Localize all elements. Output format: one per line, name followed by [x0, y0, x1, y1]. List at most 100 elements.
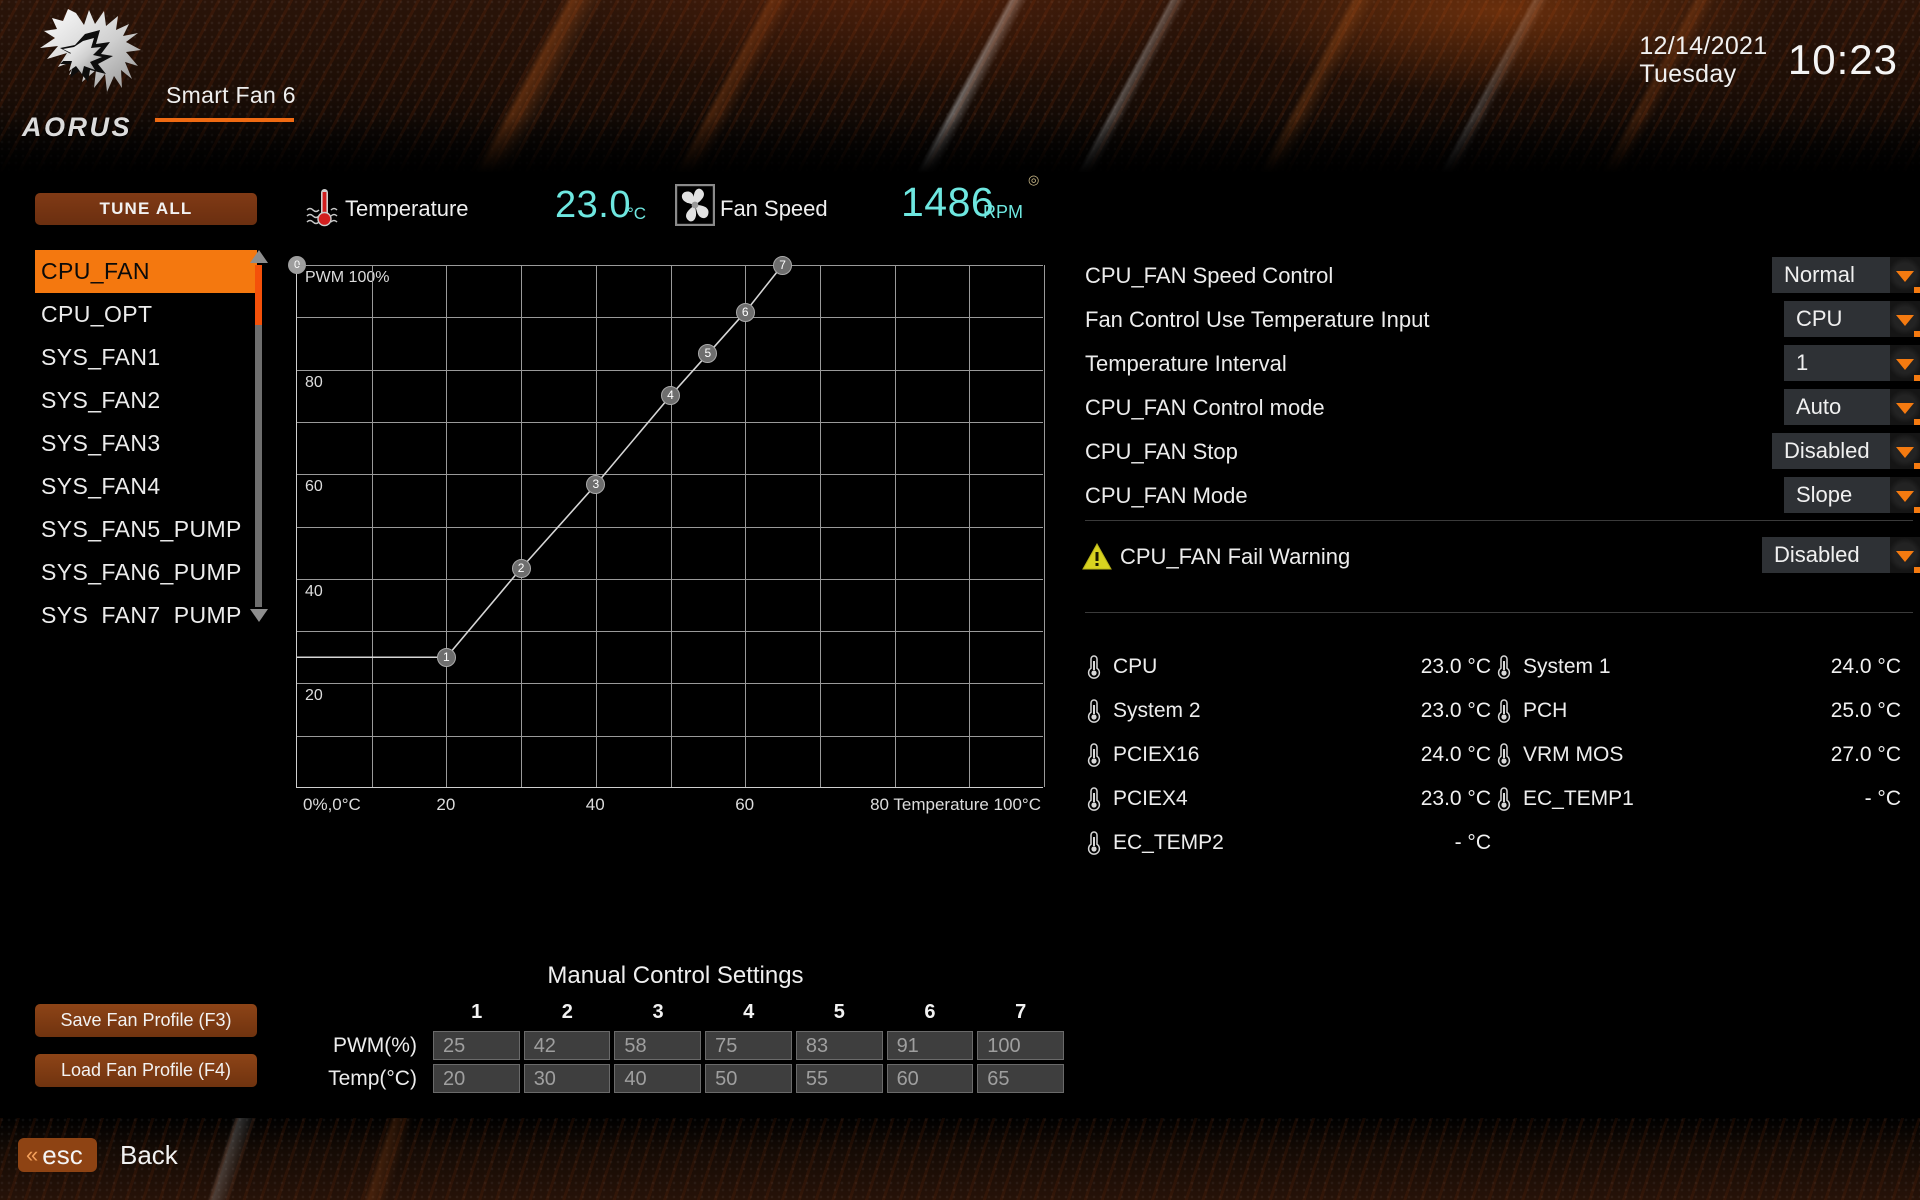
fan-list-item-sys_fan7_pump[interactable]: SYS_FAN7_PUMP	[35, 594, 257, 625]
tune-all-button[interactable]: TUNE ALL	[35, 193, 257, 225]
chevron-down-icon[interactable]	[1890, 433, 1920, 469]
chevron-down-icon[interactable]	[1890, 257, 1920, 293]
setting-label: CPU_FAN Speed Control	[1085, 263, 1334, 288]
sensor-name: VRM MOS	[1523, 743, 1624, 766]
load-fan-profile-button[interactable]: Load Fan Profile (F4)	[35, 1054, 257, 1087]
sensor-value: - °C	[1454, 831, 1491, 854]
scrollbar-thumb[interactable]	[255, 265, 262, 325]
manual-table-row: Temp(°C) 20 30 40 50 55 60 65	[283, 1064, 1068, 1093]
fail-warning-dropdown[interactable]: Disabled	[1762, 537, 1920, 573]
chart-point-1[interactable]: 1	[436, 647, 456, 667]
scroll-up-arrow-icon[interactable]	[250, 250, 268, 263]
chart-plot-area[interactable]: PWM 100% 0%,0°C 80 Temperature 100°C 0 2…	[288, 255, 1045, 814]
temperature-label: Temperature	[345, 196, 469, 221]
fan-icon	[675, 184, 715, 226]
chart-point-6[interactable]: 6	[735, 302, 755, 322]
manual-table-header-row: 1 2 3 4 5 6 7	[283, 998, 1068, 1027]
manual-table-cell[interactable]: 83	[795, 1031, 883, 1060]
sensor-value: - °C	[1864, 787, 1901, 810]
sensor-name: System 1	[1523, 655, 1611, 678]
manual-table-cell[interactable]: 65	[977, 1064, 1064, 1093]
sensor-value: 23.0 °C	[1420, 655, 1491, 678]
sensor-row: CPU 23.0 °C System 1 24.0 °C	[1085, 645, 1920, 689]
fan-list-item-sys_fan1[interactable]: SYS_FAN1	[35, 336, 257, 379]
sensor-value: 24.0 °C	[1420, 743, 1491, 766]
manual-table-cell[interactable]: 91	[886, 1031, 974, 1060]
setting-row: CPU_FAN Mode Slope	[1080, 475, 1920, 519]
sensor-name: EC_TEMP2	[1113, 831, 1224, 854]
fan-list-item-sys_fan6_pump[interactable]: SYS_FAN6_PUMP	[35, 551, 257, 594]
manual-table-cell[interactable]: 25	[432, 1031, 520, 1060]
chevron-down-icon[interactable]	[1890, 301, 1920, 337]
weekday-text: Tuesday	[1639, 60, 1737, 88]
fan-list-item-cpu_opt[interactable]: CPU_OPT	[35, 293, 257, 336]
chart-point-2[interactable]: 2	[511, 558, 531, 578]
fan-list-item-label: CPU_OPT	[41, 301, 153, 327]
thermometer-icon	[1497, 655, 1511, 679]
thermometer-icon	[306, 189, 338, 227]
manual-table-cell[interactable]: 75	[705, 1031, 792, 1060]
sensor-name: PCIEX16	[1113, 743, 1200, 766]
setting-dropdown[interactable]: Normal	[1772, 257, 1920, 293]
setting-label: Fan Control Use Temperature Input	[1085, 307, 1430, 332]
manual-table-cell[interactable]: 42	[523, 1031, 611, 1060]
manual-table-cell[interactable]: 60	[886, 1064, 974, 1093]
chevron-down-icon[interactable]	[1890, 537, 1920, 573]
warning-triangle-icon	[1082, 543, 1112, 570]
date-text: 12/14/2021	[1639, 32, 1768, 60]
sensor-cell: CPU 23.0 °C	[1085, 654, 1495, 680]
setting-dropdown[interactable]: CPU	[1784, 301, 1920, 337]
manual-table-cell[interactable]: 50	[705, 1064, 792, 1093]
sensor-name: EC_TEMP1	[1523, 787, 1634, 810]
setting-row: CPU_FAN Speed Control Normal	[1080, 255, 1920, 299]
sensor-value: 27.0 °C	[1830, 743, 1901, 766]
manual-table-cell[interactable]: 100	[977, 1031, 1064, 1060]
fan-list-item-cpu_fan[interactable]: CPU_FAN	[35, 250, 257, 293]
esc-button[interactable]: « esc	[18, 1138, 97, 1172]
manual-table-column-header: 4	[743, 1001, 755, 1023]
fan-list[interactable]: CPU_FAN CPU_OPT SYS_FAN1 SYS_FAN2 SYS_FAN3 SY…	[35, 250, 257, 625]
fan-list-item-sys_fan2[interactable]: SYS_FAN2	[35, 379, 257, 422]
date-block: 12/14/2021 Tuesday	[1639, 32, 1767, 88]
setting-row: Fan Control Use Temperature Input CPU	[1080, 299, 1920, 343]
manual-table-cell[interactable]: 58	[614, 1031, 702, 1060]
chart-x-tick-label: 40	[585, 795, 605, 814]
manual-table-column-header: 6	[924, 1001, 936, 1023]
manual-table-cell[interactable]: 30	[523, 1064, 611, 1093]
chevron-down-icon[interactable]	[1890, 389, 1920, 425]
scroll-down-arrow-icon[interactable]	[250, 609, 268, 622]
manual-control-title: Manual Control Settings	[547, 962, 804, 989]
fan-curve-line	[297, 265, 784, 659]
fail-warning-row: CPU_FAN Fail Warning Disabled	[1080, 535, 1920, 581]
manual-control-table[interactable]: 1 2 3 4 5 6 7 PWM(%) 25 42 58 75 83 91 100 Temp(°C) 20 30…	[283, 998, 1068, 1097]
fan-curve-chart[interactable]: PWM 100% 0%,0°C 80 Temperature 100°C 0 2…	[283, 240, 1068, 910]
fan-speed-label: Fan Speed	[720, 196, 828, 221]
setting-dropdown[interactable]: Disabled	[1772, 433, 1920, 469]
sensor-name: PCIEX4	[1113, 787, 1188, 810]
chart-point-7[interactable]: 7	[773, 255, 793, 275]
sensor-row: PCIEX4 23.0 °C EC_TEMP1 - °C	[1085, 777, 1920, 821]
sensor-value: 23.0 °C	[1420, 787, 1491, 810]
manual-table-cell[interactable]: 20	[432, 1064, 520, 1093]
chevron-down-icon[interactable]	[1890, 477, 1920, 513]
setting-value: Auto	[1796, 394, 1842, 419]
sensor-cell: System 2 23.0 °C	[1085, 698, 1495, 724]
back-label[interactable]: Back	[120, 1140, 178, 1171]
clock-text: 10:23	[1787, 36, 1898, 83]
manual-table-cell[interactable]: 40	[614, 1064, 702, 1093]
fan-list-item-sys_fan5_pump[interactable]: SYS_FAN5_PUMP	[35, 508, 257, 551]
setting-dropdown[interactable]: 1	[1784, 345, 1920, 381]
setting-dropdown[interactable]: Slope	[1784, 477, 1920, 513]
save-fan-profile-button[interactable]: Save Fan Profile (F3)	[35, 1004, 257, 1037]
sensor-cell: PCIEX4 23.0 °C	[1085, 786, 1495, 812]
fan-list-item-sys_fan3[interactable]: SYS_FAN3	[35, 422, 257, 465]
fan-list-scrollbar[interactable]	[248, 250, 268, 622]
fan-list-item-sys_fan4[interactable]: SYS_FAN4	[35, 465, 257, 508]
fan-list-item-label: SYS_FAN5_PUMP	[41, 516, 242, 542]
manual-table-cell[interactable]: 55	[795, 1064, 883, 1093]
sensor-name: CPU	[1113, 655, 1158, 678]
chevron-down-icon[interactable]	[1890, 345, 1920, 381]
chart-x-tick-label: 20	[436, 795, 456, 814]
setting-dropdown[interactable]: Auto	[1784, 389, 1920, 425]
sensor-readings-grid: CPU 23.0 °C System 1 24.0 °C System 2 23.0 °C…	[1085, 645, 1920, 865]
